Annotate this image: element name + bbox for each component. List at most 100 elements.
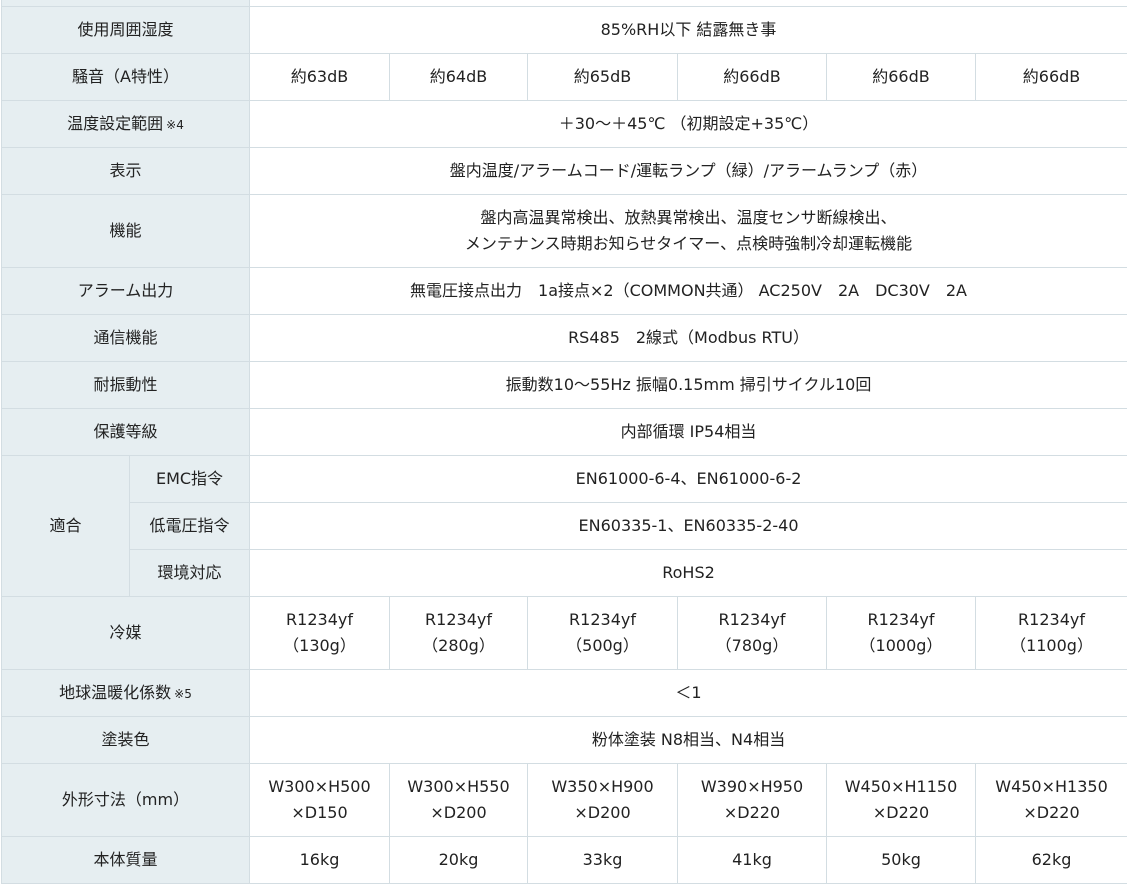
cell: 62kg [976,837,1127,884]
cell: 約63dB [250,54,390,101]
cell: 約66dB [827,54,976,101]
spec-table: 使用周囲湿度 85%RH以下 結露無き事 騒音（A特性） 約63dB 約64dB… [1,0,1127,884]
sub-label: EMC指令 [130,456,250,503]
cell: 50kg [827,837,976,884]
dimension-line: W390×H950 [680,774,824,800]
cell: 約65dB [528,54,678,101]
row-label: 冷媒 [2,597,250,670]
table-row: 外形寸法（mm） W300×H500×D150 W300×H550×D200 W… [2,764,1127,837]
cell: R1234yf（130g） [250,597,390,670]
cell: R1234yf（280g） [390,597,528,670]
table-row: アラーム出力 無電圧接点出力 1a接点×2（COMMON共通） AC250V 2… [2,268,1127,315]
row-value: ＜1 [250,670,1127,717]
row-label: 保護等級 [2,409,250,456]
row-label-cell: 地球温暖化係数※5 [2,670,250,717]
cell: 33kg [528,837,678,884]
refrigerant-name: R1234yf [978,607,1125,633]
cell: R1234yf（1100g） [976,597,1127,670]
dimension-line: ×D220 [978,800,1125,826]
dimension-line: ×D220 [680,800,824,826]
row-label: 外形寸法（mm） [2,764,250,837]
dimension-line: W450×H1150 [829,774,973,800]
table-row: 通信機能 RS485 2線式（Modbus RTU） [2,315,1127,362]
refrigerant-name: R1234yf [252,607,387,633]
dimension-line: ×D150 [252,800,387,826]
refrigerant-name: R1234yf [829,607,973,633]
row-value-cell: 盤内高温異常検出、放熱異常検出、温度センサ断線検出、 メンテナンス時期お知らせタ… [250,195,1127,268]
row-value: 振動数10～55Hz 振幅0.15mm 掃引サイクル10回 [250,362,1127,409]
row-value: 85%RH以下 結露無き事 [250,7,1127,54]
table-row: 温度設定範囲※4 ＋30～＋45℃ （初期設定+35℃） [2,101,1127,148]
cell: W450×H1150×D220 [827,764,976,837]
cell: 20kg [390,837,528,884]
row-label: 通信機能 [2,315,250,362]
row-label: 耐振動性 [2,362,250,409]
dimension-line: W300×H550 [392,774,525,800]
dimension-line: ×D200 [530,800,675,826]
cell: 16kg [250,837,390,884]
cell: 41kg [678,837,827,884]
table-row: 塗装色 粉体塗装 N8相当、N4相当 [2,717,1127,764]
table-row: 環境対応 RoHS2 [2,550,1127,597]
table-row: 耐振動性 振動数10～55Hz 振幅0.15mm 掃引サイクル10回 [2,362,1127,409]
row-value: EN61000-6-4、EN61000-6-2 [250,456,1127,503]
dimension-line: ×D220 [829,800,973,826]
row-value: RS485 2線式（Modbus RTU） [250,315,1127,362]
cell: R1234yf（1000g） [827,597,976,670]
row-label: 塗装色 [2,717,250,764]
table-row: 機能 盤内高温異常検出、放熱異常検出、温度センサ断線検出、 メンテナンス時期お知… [2,195,1127,268]
row-value: 内部循環 IP54相当 [250,409,1127,456]
refrigerant-amount: （280g） [392,633,525,659]
cell: R1234yf（500g） [528,597,678,670]
cell: W450×H1350×D220 [976,764,1127,837]
refrigerant-amount: （780g） [680,633,824,659]
table-row: 使用周囲湿度 85%RH以下 結露無き事 [2,7,1127,54]
dimension-line: W300×H500 [252,774,387,800]
row-value-line: 盤内高温異常検出、放熱異常検出、温度センサ断線検出、 [252,205,1125,231]
row-label: 騒音（A特性） [2,54,250,101]
refrigerant-amount: （130g） [252,633,387,659]
refrigerant-amount: （500g） [530,633,675,659]
row-value: 盤内温度/アラームコード/運転ランプ（緑）/アラームランプ（赤） [250,148,1127,195]
cell: W300×H500×D150 [250,764,390,837]
row-label: 機能 [2,195,250,268]
table-row: 本体質量 16kg 20kg 33kg 41kg 50kg 62kg [2,837,1127,884]
row-value-line: メンテナンス時期お知らせタイマー、点検時強制冷却運転機能 [252,231,1125,257]
row-label: アラーム出力 [2,268,250,315]
sub-label: 環境対応 [130,550,250,597]
footnote-mark: ※4 [166,118,184,132]
row-label: 地球温暖化係数 [59,683,171,702]
row-label: 使用周囲湿度 [2,7,250,54]
refrigerant-name: R1234yf [530,607,675,633]
table-row: 適合 EMC指令 EN61000-6-4、EN61000-6-2 [2,456,1127,503]
table-row: 低電圧指令 EN60335-1、EN60335-2-40 [2,503,1127,550]
dimension-line: W350×H900 [530,774,675,800]
refrigerant-amount: （1000g） [829,633,973,659]
cell: 約66dB [678,54,827,101]
row-label: 表示 [2,148,250,195]
row-label: 本体質量 [2,837,250,884]
cell: W300×H550×D200 [390,764,528,837]
sub-label: 低電圧指令 [130,503,250,550]
row-value: EN60335-1、EN60335-2-40 [250,503,1127,550]
dimension-line: ×D200 [392,800,525,826]
refrigerant-name: R1234yf [392,607,525,633]
table-row: 冷媒 R1234yf（130g） R1234yf（280g） R1234yf（5… [2,597,1127,670]
table-row: 地球温暖化係数※5 ＜1 [2,670,1127,717]
row-label: 適合 [2,456,130,597]
refrigerant-name: R1234yf [680,607,824,633]
table-row: 保護等級 内部循環 IP54相当 [2,409,1127,456]
row-value: 無電圧接点出力 1a接点×2（COMMON共通） AC250V 2A DC30V… [250,268,1127,315]
cell: 約66dB [976,54,1127,101]
row-label-cell: 温度設定範囲※4 [2,101,250,148]
row-label: 温度設定範囲 [67,114,163,133]
cell: R1234yf（780g） [678,597,827,670]
row-value: ＋30～＋45℃ （初期設定+35℃） [250,101,1127,148]
cell: 約64dB [390,54,528,101]
cell: W350×H900×D200 [528,764,678,837]
dimension-line: W450×H1350 [978,774,1125,800]
table-row: 騒音（A特性） 約63dB 約64dB 約65dB 約66dB 約66dB 約6… [2,54,1127,101]
row-value: RoHS2 [250,550,1127,597]
cell: W390×H950×D220 [678,764,827,837]
refrigerant-amount: （1100g） [978,633,1125,659]
